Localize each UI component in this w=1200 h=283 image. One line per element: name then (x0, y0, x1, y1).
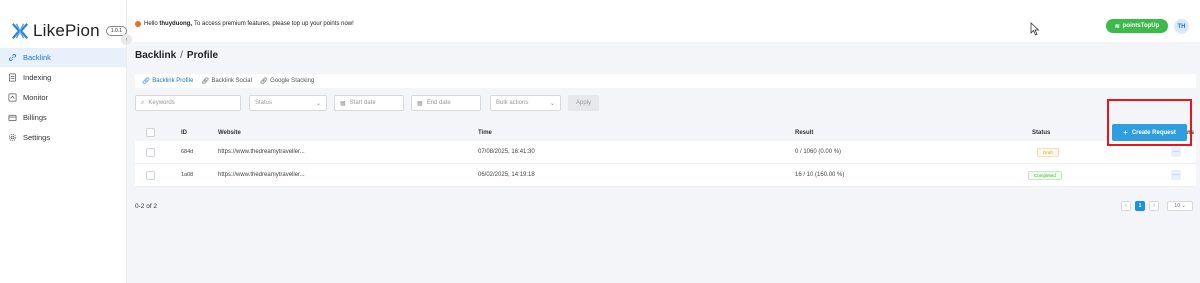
sidebar-item-monitor[interactable]: Monitor (0, 88, 126, 107)
column-header-id: ID (181, 129, 187, 136)
row-actions-button[interactable]: ··· (1171, 170, 1181, 180)
table-header: ID Website Time Result Status Actions (135, 124, 1196, 141)
tab-label: Backlink Social (211, 78, 252, 84)
keywords-placeholder: Keywords (148, 100, 175, 106)
link-icon (8, 53, 17, 62)
row-website[interactable]: https://www.thedreamytraveller... (218, 149, 305, 155)
column-header-website: Website (218, 129, 241, 136)
tab-bar: 🔗︎ Backlink Profile 🔗︎ Backlink Social 🔗… (135, 74, 1196, 88)
avatar[interactable]: TH (1174, 19, 1189, 34)
highlight-annotation-box (1107, 99, 1192, 146)
row-actions-button[interactable]: ··· (1171, 147, 1181, 157)
select-all-checkbox[interactable] (146, 128, 155, 137)
pagination-summary: 0-2 of 2 (135, 203, 158, 210)
sidebar-item-backlink[interactable]: Backlink (0, 48, 126, 67)
start-date-placeholder: Start date (349, 100, 376, 106)
sidebar-item-label: Indexing (23, 73, 52, 82)
greeting-message: To access premium features, please top u… (194, 21, 354, 27)
document-icon (8, 73, 17, 82)
app-name: LikePion (33, 21, 100, 40)
status-placeholder: Status (255, 100, 273, 106)
row-checkbox[interactable] (146, 147, 155, 157)
fire-icon (135, 21, 141, 27)
tab-backlink-profile[interactable]: 🔗︎ Backlink Profile (142, 77, 193, 85)
row-time: 06/02/2025, 14:19:18 (478, 172, 535, 178)
link-icon: 🔗︎ (259, 78, 269, 85)
chevron-down-icon: ⌄ (315, 101, 321, 107)
column-header-status: Status (1032, 129, 1051, 136)
pagination: < 1 > 10 ⌄ (1121, 200, 1193, 212)
monitor-icon (8, 93, 17, 102)
row-id: 684d (181, 149, 194, 155)
end-date-input[interactable]: ▦ End date (411, 95, 481, 111)
topup-label: pointsTopUp (1122, 23, 1160, 29)
sidebar-item-label: Monitor (23, 93, 49, 102)
link-icon: 🔗︎ (201, 78, 210, 85)
end-date-placeholder: End date (426, 100, 451, 106)
link-icon: 🔗︎ (142, 78, 151, 85)
wifi-icon: ≋ (1114, 23, 1120, 30)
breadcrumb: Backlink / Profile (135, 50, 218, 61)
top-bar: Hello thuyduong, To access premium featu… (127, 0, 1200, 42)
sidebar-item-billings[interactable]: Billings (0, 108, 126, 127)
search-icon: ⌕ (141, 99, 145, 106)
breadcrumb-root[interactable]: Backlink (135, 50, 176, 61)
column-header-result: Result (795, 129, 814, 136)
calendar-icon: ▦ (417, 100, 423, 107)
status-badge: Draft (1037, 147, 1059, 157)
apply-button[interactable]: Apply (568, 95, 599, 111)
row-time: 07/08/2025, 16:41:30 (478, 149, 535, 155)
bulk-actions-placeholder: Bulk actions (496, 100, 529, 106)
breadcrumb-current: Profile (186, 50, 219, 61)
points-topup-button[interactable]: ≋ pointsTopUp (1106, 19, 1168, 33)
greeting-username: thuyduong, (159, 21, 193, 27)
gear-icon (8, 133, 17, 142)
greeting-banner: Hello thuyduong, To access premium featu… (135, 21, 354, 27)
sidebar-collapse-button[interactable]: ‹ (121, 34, 132, 45)
chevron-down-icon: ⌄ (549, 101, 555, 107)
next-page-button[interactable]: > (1149, 201, 1159, 211)
tab-label: Google Stacking (270, 78, 315, 84)
prev-page-button[interactable]: < (1121, 201, 1131, 211)
page-size-select[interactable]: 10 ⌄ (1167, 201, 1193, 211)
keywords-input[interactable]: ⌕ Keywords (135, 95, 241, 111)
filter-bar: ⌕ Keywords Status ⌄ ▦ Start date ▦ End d… (135, 95, 1196, 111)
table-row[interactable]: 684d https://www.thedreamytraveller... 0… (135, 141, 1196, 164)
main-content: Backlink / Profile 🔗︎ Backlink Profile 🔗︎ … (127, 42, 1200, 283)
sidebar-item-label: Backlink (23, 53, 51, 62)
app-logo[interactable]: LikePion 1.0.1 (11, 19, 127, 43)
bulk-actions-select[interactable]: Bulk actions ⌄ (490, 95, 561, 111)
sidebar-nav: Backlink Indexing Monitor Billings Setti… (0, 48, 126, 148)
row-website[interactable]: https://www.thedreamytraveller... (218, 172, 305, 178)
tab-label: Backlink Profile (152, 78, 194, 84)
row-result: 0 / 1060 (0.00 %) (795, 149, 842, 155)
requests-table: ID Website Time Result Status Actions 68… (135, 124, 1196, 187)
row-checkbox[interactable] (146, 170, 155, 180)
table-row[interactable]: 1a08 https://www.thedreamytraveller... 0… (135, 164, 1196, 187)
sidebar: LikePion 1.0.1 Backlink Indexing Monitor (0, 0, 127, 283)
start-date-input[interactable]: ▦ Start date (334, 95, 404, 111)
sidebar-item-indexing[interactable]: Indexing (0, 68, 126, 87)
column-header-time: Time (478, 129, 492, 136)
logo-x-icon (11, 23, 29, 39)
sidebar-item-label: Billings (23, 113, 47, 122)
calendar-icon: ▦ (340, 100, 346, 107)
mouse-cursor-icon (1030, 22, 1040, 36)
page-size-value: 10 (1174, 203, 1180, 209)
page-number-button[interactable]: 1 (1135, 201, 1145, 211)
row-id: 1a08 (181, 172, 194, 178)
status-badge: Completed (1028, 170, 1062, 180)
sidebar-item-label: Settings (23, 133, 51, 142)
breadcrumb-separator: / (180, 50, 183, 61)
row-result: 16 / 10 (160.00 %) (795, 172, 845, 178)
sidebar-item-settings[interactable]: Settings (0, 128, 126, 147)
tab-backlink-social[interactable]: 🔗︎ Backlink Social (201, 77, 252, 85)
tab-google-stacking[interactable]: 🔗︎ Google Stacking (260, 77, 314, 85)
greeting-prefix: Hello (144, 21, 158, 27)
status-select[interactable]: Status ⌄ (249, 95, 327, 111)
wallet-icon (8, 113, 17, 122)
